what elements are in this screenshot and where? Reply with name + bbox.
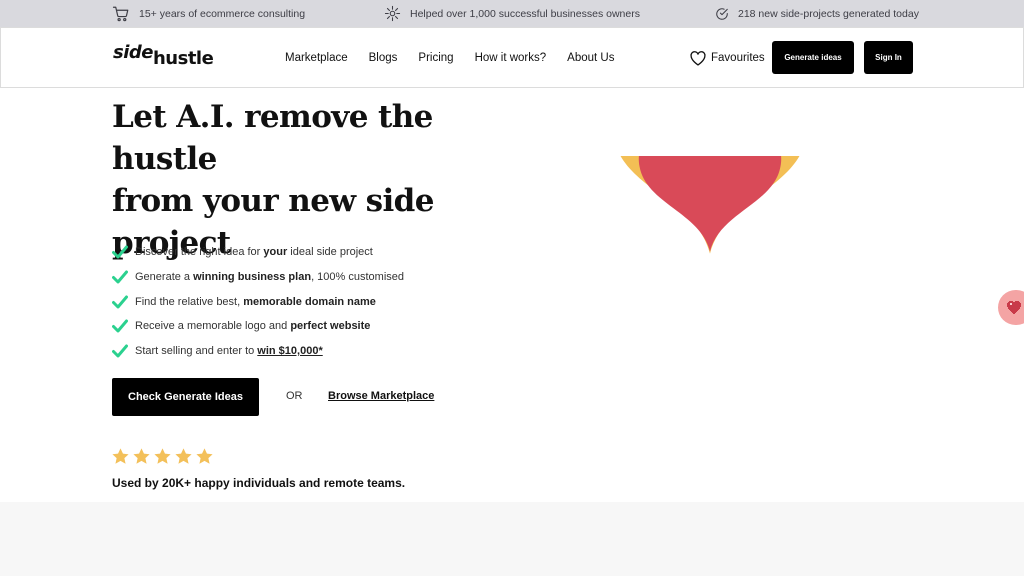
- check-generate-ideas-button[interactable]: Check Generate Ideas: [112, 378, 259, 416]
- checkmark-icon: [112, 295, 128, 309]
- topbar-text: 15+ years of ecommerce consulting: [139, 7, 306, 20]
- nav-links: Marketplace Blogs Pricing How it works? …: [285, 28, 614, 87]
- feature-text: Receive a memorable logo and perfect web…: [135, 320, 371, 333]
- feature-text: Generate a winning business plan, 100% c…: [135, 271, 404, 284]
- hero-title-line: from your new side: [112, 183, 434, 219]
- nav-link-marketplace[interactable]: Marketplace: [285, 52, 348, 64]
- feature-list: Discover the right idea for your ideal s…: [112, 240, 404, 363]
- checkmark-icon: [112, 319, 128, 333]
- checkmark-icon: [112, 270, 128, 284]
- heart-outline-icon: [690, 50, 706, 66]
- nav-link-pricing[interactable]: Pricing: [418, 52, 453, 64]
- feature-item: Generate a winning business plan, 100% c…: [112, 265, 404, 290]
- main-nav: sidehustle Marketplace Blogs Pricing How…: [0, 27, 1024, 88]
- star-icon: [133, 448, 150, 464]
- checkmark-icon: [112, 245, 128, 259]
- hero-title-line: Let A.I. remove the hustle: [112, 99, 433, 177]
- floating-heart-button[interactable]: [998, 290, 1024, 325]
- logo-part1: side: [113, 42, 153, 63]
- topbar-text: Helped over 1,000 successful businesses …: [410, 7, 640, 20]
- star-icon: [112, 448, 129, 464]
- topbar-item-projects: 218 new side-projects generated today: [715, 0, 919, 27]
- check-circle-icon: [716, 7, 728, 20]
- topbar-item-businesses: Helped over 1,000 successful businesses …: [384, 0, 640, 27]
- logo[interactable]: sidehustle: [113, 42, 214, 69]
- prize-link[interactable]: win $10,000*: [257, 345, 322, 357]
- feature-item: Start selling and enter to win $10,000*: [112, 339, 404, 364]
- rating-stars: [111, 447, 214, 466]
- star-icon: [154, 448, 171, 464]
- feature-item: Receive a memorable logo and perfect web…: [112, 314, 404, 339]
- social-proof-text: Used by 20K+ happy individuals and remot…: [112, 476, 406, 490]
- announcement-bar: 15+ years of ecommerce consulting Helped…: [0, 0, 1024, 27]
- cart-icon: [112, 6, 129, 21]
- pixel-heart-icon: [1007, 301, 1021, 314]
- sign-in-button[interactable]: Sign In: [864, 41, 913, 74]
- feature-item: Discover the right idea for your ideal s…: [112, 240, 404, 265]
- nav-link-blogs[interactable]: Blogs: [369, 52, 398, 64]
- feature-item: Find the relative best, memorable domain…: [112, 289, 404, 314]
- hero-heart-illustration: [577, 156, 843, 254]
- feature-text: Discover the right idea for your ideal s…: [135, 246, 373, 259]
- topbar-text: 218 new side-projects generated today: [738, 7, 919, 20]
- star-icon: [175, 448, 192, 464]
- or-separator: OR: [286, 390, 303, 402]
- feature-text: Find the relative best, memorable domain…: [135, 295, 376, 308]
- hero-title: Let A.I. remove the hustle from your new…: [112, 96, 532, 264]
- browse-marketplace-link[interactable]: Browse Marketplace: [328, 390, 434, 402]
- nav-link-how-it-works[interactable]: How it works?: [475, 52, 547, 64]
- next-section: [0, 502, 1024, 576]
- favourites-link[interactable]: Favourites: [689, 28, 765, 87]
- feature-text: Start selling and enter to win $10,000*: [135, 345, 323, 358]
- logo-part2: hustle: [152, 48, 214, 69]
- sparkle-icon: [384, 5, 401, 22]
- generate-ideas-button[interactable]: Generate ideas: [772, 41, 854, 74]
- checkmark-icon: [112, 344, 128, 358]
- star-icon: [196, 448, 213, 464]
- topbar-item-consulting: 15+ years of ecommerce consulting: [112, 0, 305, 27]
- favourites-label: Favourites: [711, 51, 765, 64]
- nav-link-about-us[interactable]: About Us: [567, 52, 614, 64]
